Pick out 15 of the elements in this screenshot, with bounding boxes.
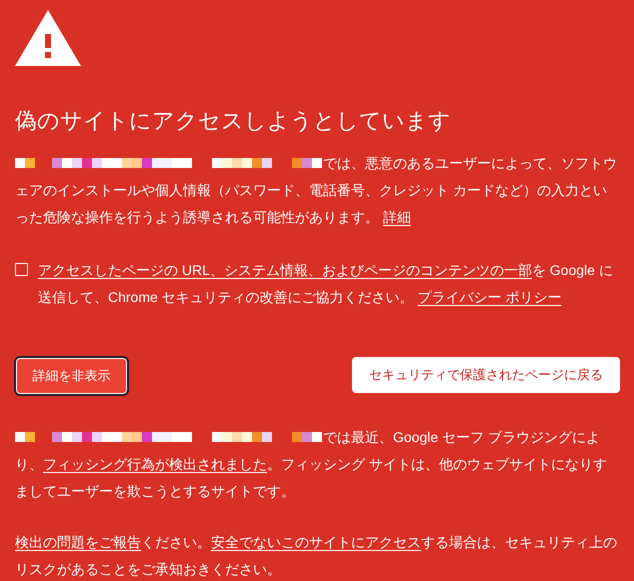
- text-link[interactable]: 検出の問題をご報告: [15, 534, 141, 550]
- text-link[interactable]: 詳細: [382, 209, 411, 225]
- details-paragraph: では最近、Google セーフ ブラウジングにより、フィッシング行為が検出されました。フィッシング サイトは、他のウェブサイトになりすましてユーザーを欺こうとするサイトです。: [15, 428, 608, 501]
- hide-details-button[interactable]: 詳細を非表示: [16, 358, 127, 394]
- text-link[interactable]: フィッシング行為が検出されました: [43, 456, 267, 472]
- text-link[interactable]: プライバシー ポリシー: [418, 289, 562, 305]
- details-paragraph: 検出の問題をご報告 ください。安全でないこのサイトにアクセスする場合は、セキュリティ上のリスクがあることをご承知おきください。: [15, 533, 618, 579]
- warning-message: では、悪意のあるユーザーによって、ソフトウェアのインストールや個人情報（パスワード、電話番号、クレジット カードなど）の入力といった危険な操作を行うよう誘導される可能性があります。 詳細: [15, 154, 618, 227]
- warning-icon: [15, 10, 81, 66]
- checkbox[interactable]: [15, 263, 28, 276]
- checkbox-label: アクセスしたページの URL、システム情報、およびページのコンテンツの一部を Google に送信して、Chrome セキュリティの改善にご協力ください。 プライバシー ポリシー: [38, 261, 614, 307]
- text-link[interactable]: アクセスしたページの URL、システム情報、およびページのコンテンツの一部: [38, 262, 532, 278]
- text-link[interactable]: 安全でないこのサイトにアクセス: [211, 534, 421, 550]
- page-title: 偽のサイトにアクセスしようとしています: [15, 107, 452, 135]
- back-to-safety-button[interactable]: セキュリティで保護されたページに戻る: [352, 357, 620, 393]
